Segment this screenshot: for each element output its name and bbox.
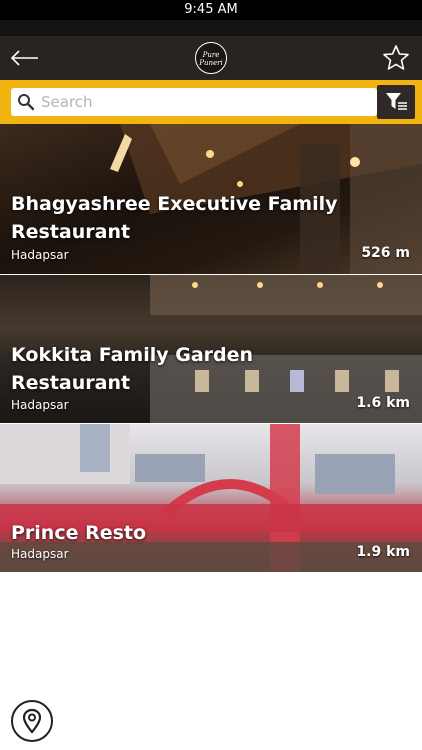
restaurant-name: Kokkita Family Garden Restaurant <box>11 344 254 394</box>
status-bar: 9:45 AM <box>0 0 422 20</box>
search-box <box>11 88 377 116</box>
top-nav-bar: Pure Puneri <box>0 36 422 80</box>
restaurant-area: Hadapsar <box>11 248 69 262</box>
restaurant-distance: 526 m <box>361 245 410 261</box>
filter-icon <box>386 93 407 110</box>
star-outline-icon <box>383 45 409 70</box>
filter-button[interactable] <box>377 85 415 119</box>
arrow-left-icon <box>10 50 38 66</box>
restaurant-name: Bhagyashree Executive Family Restaurant <box>11 193 338 243</box>
restaurant-card[interactable]: Prince Resto Hadapsar 1.9 km <box>0 424 422 572</box>
restaurant-card[interactable]: Bhagyashree Executive Family Restaurant … <box>0 124 422 274</box>
brand-logo: Pure Puneri <box>195 42 227 74</box>
restaurant-name: Prince Resto <box>11 522 147 544</box>
map-pin-icon <box>22 708 42 734</box>
status-spacer <box>0 20 422 36</box>
restaurant-card[interactable]: Kokkita Family Garden Restaurant Hadapsa… <box>0 275 422 423</box>
back-button[interactable] <box>8 42 44 74</box>
search-bar-strip <box>0 80 422 124</box>
search-input[interactable] <box>41 88 371 116</box>
favorite-button[interactable] <box>381 43 411 73</box>
restaurant-area: Hadapsar <box>11 547 69 561</box>
status-time: 9:45 AM <box>184 2 238 17</box>
map-view-button[interactable] <box>11 700 53 742</box>
restaurant-distance: 1.6 km <box>356 395 410 411</box>
search-icon <box>18 94 35 111</box>
restaurant-area: Hadapsar <box>11 398 69 412</box>
restaurant-distance: 1.9 km <box>356 544 410 560</box>
